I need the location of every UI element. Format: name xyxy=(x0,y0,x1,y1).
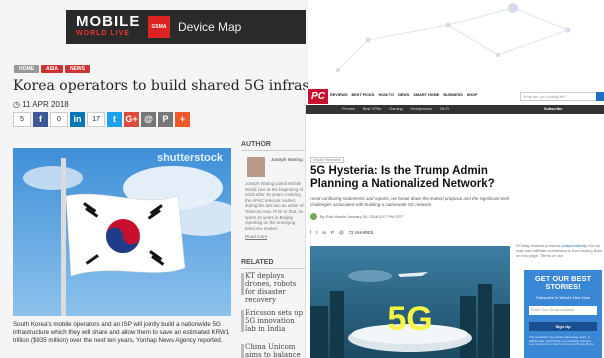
gsma-logo: GSMA xyxy=(148,16,170,38)
article-body: South Korea's mobile operators and an IS… xyxy=(13,321,230,345)
newsletter-title: GET OUR BEST STORIES! xyxy=(534,274,592,291)
author-bio: Joseph Waring joined Mobile World Live a… xyxy=(245,181,304,231)
facebook-share-icon[interactable]: f xyxy=(310,230,311,235)
article-hero-image: 5G xyxy=(310,246,510,358)
korean-flag-image xyxy=(13,148,231,316)
network-background-graphic xyxy=(336,3,571,72)
pcmag-sub-nav: Phones Best VPNs Gaming Headphones Wi-Fi… xyxy=(306,105,604,114)
print-share-icon[interactable]: P xyxy=(158,112,173,127)
email-field[interactable]: Enter Your Email Address xyxy=(529,306,597,315)
category-tag[interactable]: Mobile Networks xyxy=(310,157,345,163)
nav-item-best-picks[interactable]: BEST PICKS xyxy=(352,93,375,97)
linkedin-share-icon[interactable]: in xyxy=(323,230,327,235)
nav-item-how-to[interactable]: HOW-TO xyxy=(378,93,394,97)
newsletter-fine-print: This newsletter may contain advertising,… xyxy=(529,335,595,347)
share-count-linkedin: 0 xyxy=(50,112,68,127)
byline-text[interactable]: By Rob Marvin January 30, 2018 5:17 PM E… xyxy=(320,214,403,219)
mobile-world-live-article-screenshot: MOBILE WORLD LIVE GSMA Device Map HOME A… xyxy=(0,0,308,358)
clock-icon: ◷ xyxy=(13,100,23,109)
breadcrumb-home[interactable]: HOME xyxy=(14,65,39,73)
author-heading: AUTHOR xyxy=(241,141,307,151)
related-item-marker xyxy=(241,273,244,295)
article-date-text: 11 APR 2018 xyxy=(22,100,69,109)
breadcrumb-news[interactable]: NEWS xyxy=(64,65,90,73)
share-bar: f t in P @ 72 SHARES xyxy=(310,230,373,235)
sub-nav-item[interactable]: Phones xyxy=(342,107,355,111)
search-icon[interactable] xyxy=(596,92,604,101)
linkedin-share-icon[interactable]: in xyxy=(70,112,85,127)
article-photo-korean-flag: shutterstock xyxy=(13,148,231,316)
related-heading: RELATED xyxy=(241,259,307,269)
related-item[interactable]: KT deploys drones, robots for disaster r… xyxy=(245,272,307,304)
sign-up-button[interactable]: Sign Up xyxy=(529,322,597,331)
google-plus-share-icon[interactable]: G+ xyxy=(124,112,139,127)
share-count-twitter: 17 xyxy=(87,112,105,127)
author-avatar[interactable] xyxy=(247,157,265,177)
more-share-icon[interactable]: + xyxy=(175,112,190,127)
share-bar: 5 f 0 in 17 t G+ @ P + xyxy=(13,112,190,127)
subscribe-link[interactable]: Subscribe xyxy=(544,107,562,111)
nav-item-shop[interactable]: SHOP xyxy=(467,93,478,97)
5g-city-illustration: 5G xyxy=(310,246,510,358)
5g-hero-text: 5G xyxy=(387,300,432,338)
sub-nav-item[interactable]: Headphones xyxy=(411,107,433,111)
newsletter-subtitle: Subscribe to What's New Now xyxy=(536,295,590,300)
pcmag-nav-items: REVIEWS BEST PICKS HOW-TO NEWS SMART HOM… xyxy=(330,93,478,97)
mobile-world-live-logo[interactable]: MOBILE xyxy=(76,13,140,30)
related-item[interactable]: Ericsson sets up 5G innovation lab in In… xyxy=(245,309,307,333)
twitter-share-icon[interactable]: t xyxy=(107,112,122,127)
sub-nav-item[interactable]: Gaming xyxy=(389,107,402,111)
pcmag-article-screenshot: PC REVIEWS BEST PICKS HOW-TO NEWS SMART … xyxy=(305,88,604,358)
sub-nav-item[interactable]: Best VPNs xyxy=(363,107,381,111)
related-item[interactable]: China Unicom aims to balance xyxy=(245,343,307,358)
twitter-share-icon[interactable]: t xyxy=(316,230,317,235)
related-item-marker xyxy=(241,310,244,332)
share-count-facebook: 5 xyxy=(13,112,31,127)
article-byline: By Rob Marvin January 30, 2018 5:17 PM E… xyxy=(310,213,403,220)
search-input[interactable]: What are you looking for? xyxy=(520,92,598,101)
email-share-icon[interactable]: @ xyxy=(339,230,344,235)
nav-item-business[interactable]: BUSINESS xyxy=(443,93,462,97)
pcmag-top-nav: PC REVIEWS BEST PICKS HOW-TO NEWS SMART … xyxy=(306,88,604,105)
shutterstock-watermark: shutterstock xyxy=(156,152,223,164)
affiliate-disclosure: PCMag reviews products independently, bu… xyxy=(516,243,604,258)
pcmag-logo[interactable]: PC xyxy=(308,89,328,104)
breadcrumb-asia[interactable]: ASIA xyxy=(41,65,63,73)
author-read-more-link[interactable]: Read more xyxy=(245,234,267,239)
pinterest-share-icon[interactable]: P xyxy=(331,230,334,235)
email-share-icon[interactable]: @ xyxy=(141,112,156,127)
share-count: 72 SHARES xyxy=(348,230,374,235)
breadcrumb: HOME ASIA NEWS xyxy=(14,65,90,73)
related-item-marker xyxy=(241,344,244,358)
author-name[interactable]: Joseph Waring xyxy=(271,158,307,164)
device-map-link[interactable]: Device Map xyxy=(178,20,241,34)
newsletter-signup-box: GET OUR BEST STORIES! Subscribe to What'… xyxy=(524,270,602,358)
nav-item-reviews[interactable]: REVIEWS xyxy=(330,93,348,97)
article-title: 5G Hysteria: Is the Trump Admin Planning… xyxy=(310,165,495,190)
mobile-world-live-logo-sub: WORLD LIVE xyxy=(76,30,130,37)
facebook-share-icon[interactable]: f xyxy=(33,112,48,127)
article-date: ◷ 11 APR 2018 xyxy=(13,100,69,109)
article-deck: Amid conflicting statements and reports,… xyxy=(310,196,510,207)
nav-item-smart-home[interactable]: SMART HOME xyxy=(413,93,439,97)
article-title: Korea operators to build shared 5G infra… xyxy=(13,78,308,94)
nav-item-news[interactable]: NEWS xyxy=(398,93,409,97)
sub-nav-items: Phones Best VPNs Gaming Headphones Wi-Fi xyxy=(342,107,449,111)
sub-nav-item[interactable]: Wi-Fi xyxy=(440,107,449,111)
site-header-banner[interactable]: MOBILE WORLD LIVE GSMA Device Map xyxy=(66,10,306,44)
author-avatar[interactable] xyxy=(310,213,317,220)
